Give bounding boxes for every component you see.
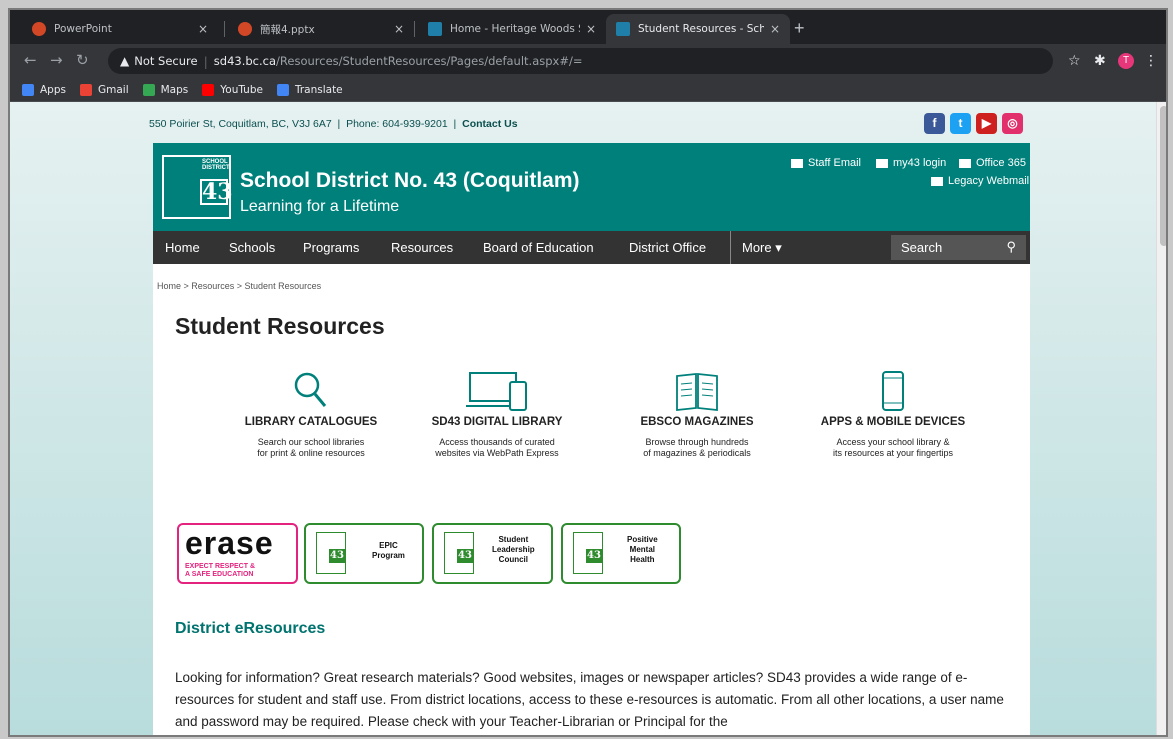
- facebook-icon[interactable]: f: [924, 113, 945, 134]
- badge-student-leadership[interactable]: 43 Student Leadership Council: [432, 523, 553, 584]
- close-icon[interactable]: ×: [198, 22, 208, 36]
- tab-title: Student Resources - School Di: [638, 23, 764, 35]
- erase-badge[interactable]: erase EXPECT RESPECT & A SAFE EDUCATION: [177, 523, 298, 584]
- office-icon: [959, 158, 971, 168]
- phone-icon: [882, 371, 904, 411]
- browser-window: PowerPoint × 簡報4.pptx × Home - Heritage …: [8, 8, 1168, 737]
- feature-digital-library[interactable]: SD43 DIGITAL LIBRARY Access thousands of…: [399, 366, 595, 459]
- scroll-thumb[interactable]: [1160, 106, 1166, 246]
- bookmarks-bar: Apps Gmail Maps YouTube Translate: [10, 78, 1166, 102]
- page-content: SCHOOL DISTRICT 43 School District No. 4…: [153, 143, 1030, 735]
- warning-icon: ▲: [120, 54, 130, 68]
- gmail-icon: [79, 83, 92, 96]
- site-title[interactable]: School District No. 43 (Coquitlam): [240, 169, 580, 193]
- bookmark-apps[interactable]: Apps: [22, 83, 66, 96]
- translate-icon: [276, 83, 289, 96]
- youtube-icon[interactable]: ▶: [976, 113, 997, 134]
- avatar[interactable]: T: [1118, 53, 1134, 69]
- tab-title: 簡報4.pptx: [260, 23, 315, 36]
- devices-icon: [466, 372, 527, 411]
- nav-more[interactable]: More ▾: [742, 240, 782, 256]
- bookmark-translate[interactable]: Translate: [276, 83, 343, 96]
- star-icon[interactable]: ☆: [1068, 53, 1081, 69]
- nav-resources[interactable]: Resources: [391, 240, 453, 255]
- bookmark-youtube[interactable]: YouTube: [202, 83, 263, 96]
- legacy-webmail-link[interactable]: Legacy Webmail: [931, 175, 1029, 187]
- youtube-icon: [202, 83, 215, 96]
- mail-icon: [791, 158, 803, 168]
- page-scrollbar[interactable]: [1156, 102, 1166, 735]
- nav-programs[interactable]: Programs: [303, 240, 359, 255]
- page-title: Student Resources: [175, 313, 385, 339]
- url-host: sd43.bc.ca: [213, 54, 277, 68]
- page-viewport: 550 Poirier St, Coquitlam, BC, V3J 6A7 |…: [10, 102, 1156, 735]
- badge-positive-mental-health[interactable]: 43 Positive Mental Health: [561, 523, 681, 584]
- bookmark-maps[interactable]: Maps: [142, 83, 188, 96]
- nav-schools[interactable]: Schools: [229, 240, 275, 255]
- tab-title: PowerPoint: [54, 23, 112, 35]
- search-icon[interactable]: ⚲: [1006, 239, 1016, 255]
- powerpoint-icon: [238, 22, 252, 36]
- mail-icon: [931, 176, 943, 186]
- search-input[interactable]: Search ⚲: [891, 235, 1026, 260]
- menu-icon[interactable]: ⋮: [1144, 53, 1158, 69]
- powerpoint-icon: [32, 22, 46, 36]
- magnifier-icon: [294, 372, 327, 407]
- office365-link[interactable]: Office 365: [959, 157, 1026, 169]
- instagram-icon[interactable]: ◎: [1002, 113, 1023, 134]
- district-logo: 43: [444, 532, 474, 574]
- site-header: SCHOOL DISTRICT 43 School District No. 4…: [153, 143, 1030, 231]
- section-title: District eResources: [175, 620, 326, 637]
- open-book-icon: [676, 373, 718, 411]
- feature-ebsco-magazines[interactable]: EBSCO MAGAZINES Browse through hundreds …: [599, 366, 795, 459]
- main-nav: Home Schools Programs Resources Board of…: [153, 231, 1030, 264]
- extensions-icon[interactable]: ✱: [1094, 53, 1106, 69]
- tab-strip: PowerPoint × 簡報4.pptx × Home - Heritage …: [10, 10, 1166, 44]
- address-bar[interactable]: ▲ Not Secure | sd43.bc.ca /Resources/Stu…: [108, 48, 1053, 74]
- tab-heritage-woods[interactable]: Home - Heritage Woods Secon ×: [418, 14, 606, 44]
- district-logo: 43: [316, 532, 346, 574]
- tab-pptx[interactable]: 簡報4.pptx ×: [228, 14, 414, 44]
- twitter-icon[interactable]: t: [950, 113, 971, 134]
- nav-home[interactable]: Home: [165, 240, 200, 255]
- site-tagline: Learning for a Lifetime: [240, 198, 400, 215]
- reload-icon[interactable]: ↻: [76, 51, 89, 69]
- sd43-favicon: [428, 22, 442, 36]
- address-text: 550 Poirier St, Coquitlam, BC, V3J 6A7: [149, 118, 332, 130]
- maps-icon: [142, 83, 155, 96]
- apps-icon: [22, 83, 34, 96]
- district-logo[interactable]: SCHOOL DISTRICT 43: [162, 155, 233, 219]
- feature-apps-mobile[interactable]: APPS & MOBILE DEVICES Access your school…: [795, 366, 991, 459]
- breadcrumb: Home > Resources > Student Resources: [157, 281, 322, 291]
- district-logo: 43: [573, 532, 603, 574]
- browser-toolbar: ← → ↻ ▲ Not Secure | sd43.bc.ca /Resourc…: [10, 44, 1166, 78]
- contact-line: 550 Poirier St, Coquitlam, BC, V3J 6A7 |…: [149, 118, 518, 130]
- my43-login-link[interactable]: my43 login: [876, 157, 946, 169]
- eresources-paragraph: Looking for information? Great research …: [175, 670, 1004, 729]
- tab-powerpoint[interactable]: PowerPoint ×: [22, 14, 218, 44]
- feature-library-catalogues[interactable]: LIBRARY CATALOGUES Search our school lib…: [213, 366, 409, 459]
- back-icon[interactable]: ←: [24, 51, 37, 69]
- security-label: Not Secure: [134, 54, 198, 68]
- bookmark-gmail[interactable]: Gmail: [79, 83, 129, 96]
- sd43-favicon: [616, 22, 630, 36]
- phone-text: Phone: 604-939-9201: [346, 118, 448, 130]
- contact-us-link[interactable]: Contact Us: [462, 118, 517, 130]
- close-icon[interactable]: ×: [586, 22, 596, 36]
- tab-title: Home - Heritage Woods Secon: [450, 23, 580, 35]
- url-path: /Resources/StudentResources/Pages/defaul…: [276, 54, 583, 68]
- staff-email-link[interactable]: Staff Email: [791, 157, 861, 169]
- close-icon[interactable]: ×: [394, 22, 404, 36]
- forward-icon[interactable]: →: [50, 51, 63, 69]
- nav-district-office[interactable]: District Office: [629, 240, 706, 255]
- nav-board[interactable]: Board of Education: [483, 240, 594, 255]
- tab-student-resources[interactable]: Student Resources - School Di ×: [606, 14, 790, 44]
- login-icon: [876, 158, 888, 168]
- new-tab-button[interactable]: +: [794, 18, 805, 39]
- badge-epic-program[interactable]: 43 EPIC Program: [304, 523, 424, 584]
- close-icon[interactable]: ×: [770, 22, 780, 36]
